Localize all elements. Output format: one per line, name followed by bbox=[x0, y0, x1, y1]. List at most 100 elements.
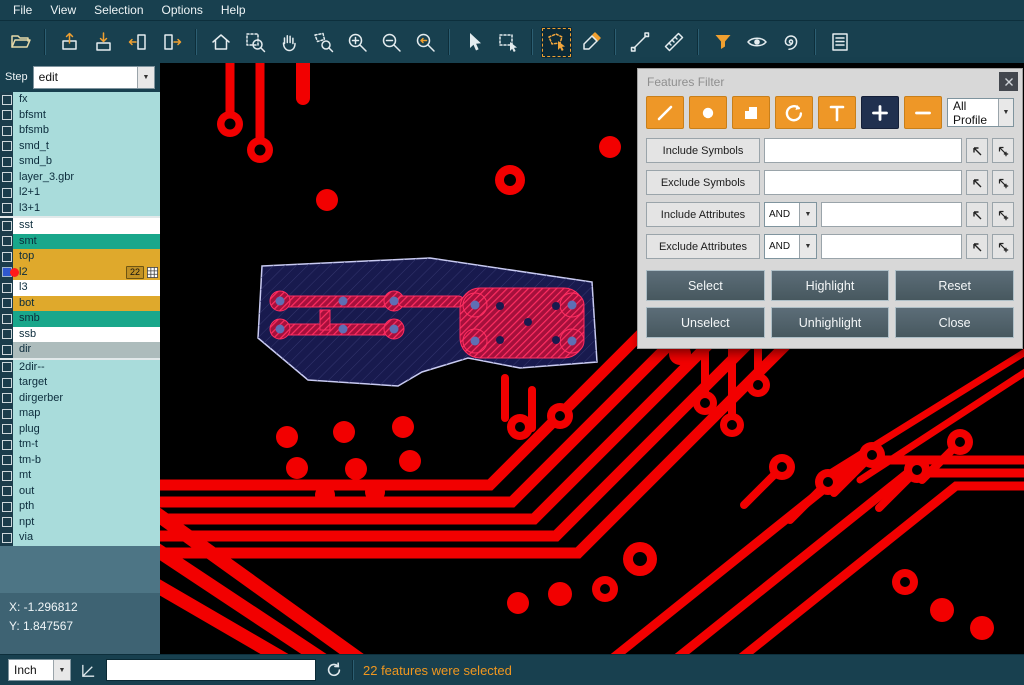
layer-checkbox[interactable] bbox=[0, 108, 13, 124]
zoom-out-button[interactable] bbox=[375, 27, 406, 58]
layer-name-cell[interactable]: tm-b bbox=[13, 453, 160, 469]
layer-checkbox[interactable] bbox=[0, 154, 13, 170]
chevron-down-icon[interactable]: ▼ bbox=[137, 67, 154, 88]
pick-symbol-button[interactable] bbox=[966, 170, 988, 195]
layer-name-cell[interactable]: smd_t bbox=[13, 139, 160, 155]
reset-button[interactable]: Reset bbox=[895, 270, 1014, 301]
next-step-button[interactable] bbox=[156, 27, 187, 58]
area-select-button[interactable] bbox=[541, 27, 572, 58]
text-tool-button[interactable] bbox=[818, 96, 856, 129]
include-symbols-label-button[interactable]: Include Symbols bbox=[646, 138, 760, 163]
import-step-button[interactable] bbox=[88, 27, 119, 58]
layer-checkbox[interactable] bbox=[0, 422, 13, 438]
layer-name-cell[interactable]: out bbox=[13, 484, 160, 500]
include-attributes-label-button[interactable]: Include Attributes bbox=[646, 202, 760, 227]
pick-attribute-button[interactable] bbox=[966, 234, 988, 259]
menu-file[interactable]: File bbox=[4, 1, 41, 19]
layer-name-cell[interactable]: map bbox=[13, 406, 160, 422]
chevron-down-icon[interactable]: ▼ bbox=[799, 203, 816, 226]
layer-name-cell[interactable]: smd_b bbox=[13, 154, 160, 170]
layer-checkbox[interactable] bbox=[0, 530, 13, 546]
arc-tool-button[interactable] bbox=[775, 96, 813, 129]
layer-checkbox[interactable] bbox=[0, 280, 13, 296]
layer-row-map[interactable]: map bbox=[0, 406, 160, 422]
add-filter-button[interactable] bbox=[861, 96, 899, 129]
layer-row-mt[interactable]: mt bbox=[0, 468, 160, 484]
layer-checkbox[interactable] bbox=[0, 218, 13, 234]
pick-attribute-button[interactable] bbox=[966, 202, 988, 227]
home-view-button[interactable] bbox=[205, 27, 236, 58]
layer-checkbox[interactable] bbox=[0, 437, 13, 453]
layer-name-cell[interactable]: via bbox=[13, 530, 160, 546]
menu-view[interactable]: View bbox=[41, 1, 85, 19]
layer-checkbox[interactable] bbox=[0, 375, 13, 391]
layer-name-cell[interactable]: target bbox=[13, 375, 160, 391]
layer-row-via[interactable]: via bbox=[0, 530, 160, 546]
menu-help[interactable]: Help bbox=[212, 1, 255, 19]
layer-name-cell[interactable]: sst bbox=[13, 218, 160, 234]
notes-button[interactable] bbox=[824, 27, 855, 58]
layer-row-l2+1[interactable]: l2+1 bbox=[0, 185, 160, 201]
layer-row-ssb[interactable]: ssb bbox=[0, 327, 160, 343]
layer-row-l3[interactable]: l3 bbox=[0, 280, 160, 296]
layer-row-tm-b[interactable]: tm-b bbox=[0, 453, 160, 469]
layer-checkbox[interactable] bbox=[0, 296, 13, 312]
layer-checkbox[interactable] bbox=[0, 92, 13, 108]
menu-selection[interactable]: Selection bbox=[85, 1, 152, 19]
pointer-select-button[interactable] bbox=[458, 27, 489, 58]
layer-name-cell[interactable]: top bbox=[13, 249, 160, 265]
show-features-button[interactable] bbox=[741, 27, 772, 58]
rectangle-select-button[interactable] bbox=[492, 27, 523, 58]
layer-checkbox[interactable] bbox=[0, 249, 13, 265]
layer-row-npt[interactable]: npt bbox=[0, 515, 160, 531]
menu-options[interactable]: Options bbox=[153, 1, 212, 19]
layer-checkbox[interactable] bbox=[0, 453, 13, 469]
layer-name-cell[interactable]: l3+1 bbox=[13, 201, 160, 217]
chevron-down-icon[interactable]: ▼ bbox=[998, 99, 1013, 126]
layer-name-cell[interactable]: l2 22 bbox=[13, 265, 160, 281]
unhighlight-button[interactable]: Unhighlight bbox=[771, 307, 890, 338]
layer-checkbox[interactable] bbox=[0, 391, 13, 407]
pick-symbol-button[interactable] bbox=[966, 138, 988, 163]
net-trace-button[interactable] bbox=[775, 27, 806, 58]
layer-checkbox[interactable] bbox=[0, 139, 13, 155]
line-tool-button[interactable] bbox=[646, 96, 684, 129]
select-button[interactable]: Select bbox=[646, 270, 765, 301]
layer-name-cell[interactable]: plug bbox=[13, 422, 160, 438]
unit-select[interactable]: Inch ▼ bbox=[8, 659, 71, 681]
layer-row-smd_b[interactable]: smd_b bbox=[0, 154, 160, 170]
layer-name-cell[interactable]: bot bbox=[13, 296, 160, 312]
layer-name-cell[interactable]: pth bbox=[13, 499, 160, 515]
layer-row-bot[interactable]: bot bbox=[0, 296, 160, 312]
layer-row-layer_3.gbr[interactable]: layer_3.gbr bbox=[0, 170, 160, 186]
layer-row-2dir--[interactable]: 2dir-- bbox=[0, 358, 160, 376]
layer-checkbox[interactable] bbox=[0, 360, 13, 376]
exclude-symbols-label-button[interactable]: Exclude Symbols bbox=[646, 170, 760, 195]
layer-checkbox[interactable] bbox=[0, 123, 13, 139]
previous-step-button[interactable] bbox=[122, 27, 153, 58]
pick-symbol-add-button[interactable] bbox=[992, 170, 1014, 195]
layer-name-cell[interactable]: ssb bbox=[13, 327, 160, 343]
remove-filter-button[interactable] bbox=[904, 96, 942, 129]
layer-checkbox[interactable] bbox=[0, 327, 13, 343]
refresh-icon[interactable] bbox=[325, 661, 343, 679]
layer-row-fx[interactable]: fx bbox=[0, 92, 160, 108]
layer-checkbox[interactable] bbox=[0, 515, 13, 531]
layer-row-smt[interactable]: smt bbox=[0, 234, 160, 250]
layer-row-tm-t[interactable]: tm-t bbox=[0, 437, 160, 453]
layer-name-cell[interactable]: dir bbox=[13, 342, 160, 358]
dialog-close-button[interactable] bbox=[999, 72, 1018, 91]
measure-ruler-button[interactable] bbox=[658, 27, 689, 58]
layer-name-cell[interactable]: 2dir-- bbox=[13, 360, 160, 376]
pad-tool-button[interactable] bbox=[689, 96, 727, 129]
layer-row-bfsmb[interactable]: bfsmb bbox=[0, 123, 160, 139]
zoom-window-button[interactable] bbox=[239, 27, 270, 58]
chevron-down-icon[interactable]: ▼ bbox=[53, 660, 70, 680]
surface-tool-button[interactable] bbox=[732, 96, 770, 129]
layer-checkbox[interactable] bbox=[0, 185, 13, 201]
include-symbols-input[interactable] bbox=[764, 138, 962, 163]
layer-row-smb[interactable]: smb bbox=[0, 311, 160, 327]
layer-name-cell[interactable]: mt bbox=[13, 468, 160, 484]
layer-checkbox[interactable] bbox=[0, 342, 13, 358]
zoom-previous-button[interactable] bbox=[409, 27, 440, 58]
